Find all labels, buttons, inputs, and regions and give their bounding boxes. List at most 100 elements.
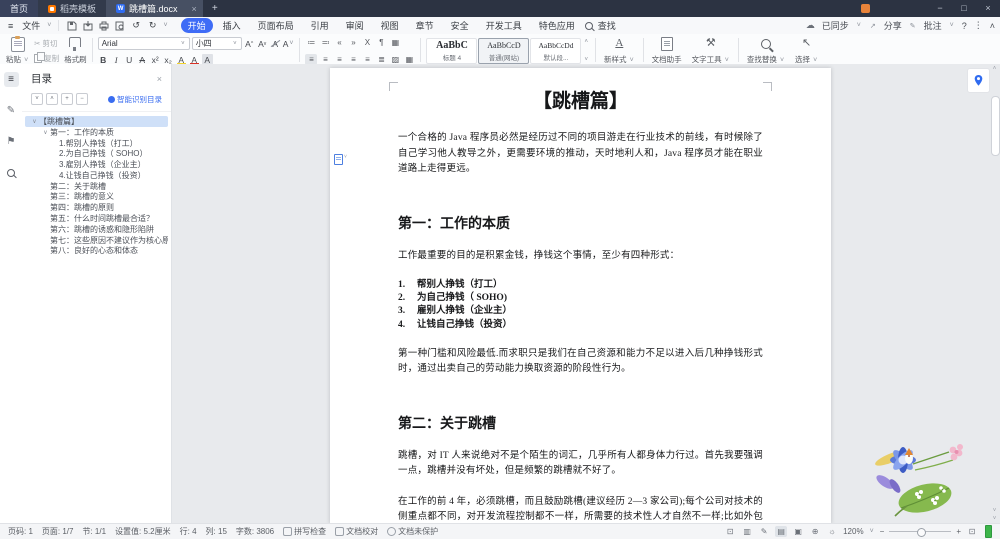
fullscreen-icon[interactable]: ⊡ [724,526,736,537]
shrink-font-button[interactable]: Av [257,38,268,49]
toc-next-heading-button[interactable]: + [61,93,73,105]
comment-caret-icon[interactable]: ˅ [949,22,955,29]
find-replace-button[interactable]: 查找替换 ˅ [742,36,790,66]
hamburger-menu-icon[interactable]: ≡ [5,21,16,31]
grow-font-button[interactable]: A ^ [244,38,255,49]
style-heading4[interactable]: AaBbC 标题 4 [426,38,478,64]
text-effects-button[interactable]: A ˅ [283,38,295,49]
ribbon-tab-view[interactable]: 视图 [374,18,406,33]
show-marks-button[interactable]: ¶ [375,37,387,48]
ribbon-tab-page-layout[interactable]: 页面布局 [251,18,301,33]
ribbon-tab-dev-tools[interactable]: 开发工具 [479,18,529,33]
scroll-up-icon[interactable]: ˄ [990,66,999,72]
ribbon-tab-security[interactable]: 安全 [444,18,476,33]
status-word-count[interactable]: 字数: 3806 [236,526,274,537]
toc-item[interactable]: 1.帮别人挣钱（打工） [25,138,168,149]
asian-layout-button[interactable]: X [361,37,373,48]
spell-check-toggle[interactable]: 拼写检查 [283,526,326,537]
focus-mode-icon[interactable]: ⊕ [809,526,821,537]
next-page-icon[interactable]: ˅ [990,516,999,522]
quickbar-caret-icon[interactable]: ˅ [162,22,168,29]
ribbon-tab-references[interactable]: 引用 [304,18,336,33]
doc-protection-toggle[interactable]: 文档未保护 [387,526,438,537]
style-default-paragraph[interactable]: AaBbCcDd 默认段... [530,38,582,64]
vertical-scrollbar[interactable]: ˄ ˅ ˅ [990,66,1000,522]
sync-caret-icon[interactable]: ˅ [856,22,862,29]
web-layout-view-icon[interactable]: ▣ [792,526,804,537]
toc-item[interactable]: 4.让钱自己挣钱（投资） [25,170,168,181]
tab-docer-templates[interactable]: 稻壳模板 [38,0,107,17]
sync-status[interactable]: 已同步 [822,19,849,32]
zoom-in-button[interactable]: + [956,527,961,536]
font-name-select[interactable]: Arial ˅ [97,37,190,50]
document-page[interactable]: ˅ 【跳槽篇】 一个合格的 Java 程序员必然是经历过不同的项目游走在行业技术… [330,68,831,524]
save-icon[interactable] [65,19,78,32]
document-position-button[interactable] [967,68,990,93]
ribbon-tab-section[interactable]: 章节 [409,18,441,33]
close-tab-icon[interactable]: × [192,4,197,14]
user-avatar[interactable] [861,4,870,13]
table-button[interactable]: ▦ [389,37,401,48]
more-options-icon[interactable]: ⋮ [974,20,983,31]
scrollbar-thumb[interactable] [991,96,1000,156]
toc-item[interactable]: ∨ 【跳槽篇】 [25,116,168,127]
file-menu-caret-icon[interactable]: ˅ [46,22,52,29]
font-size-select[interactable]: 小四 ˅ [191,37,242,50]
minimize-button[interactable]: − [928,0,952,17]
toc-item[interactable]: 第六：跳槽的诱惑和隐形陷阱 [25,224,168,235]
toc-collapse-all-button[interactable]: ˅ [31,93,43,105]
nav-pane-icon[interactable]: ≡ [3,72,19,87]
doc-assistant-button[interactable]: 文档助手 [647,36,687,66]
ribbon-tab-insert[interactable]: 插入 [216,18,248,33]
format-painter-button[interactable]: 格式刷 [62,36,89,66]
comments-pane-icon[interactable]: ✎ [4,103,19,118]
ribbon-tab-home[interactable]: 开始 [180,18,213,33]
eye-protection-icon[interactable]: ☼ [826,526,838,537]
styles-scroll-up-icon[interactable]: ˄ [584,39,588,45]
zoom-out-button[interactable]: − [880,527,885,536]
copy-button[interactable]: 复制 [34,52,59,64]
zoom-slider[interactable] [889,528,952,537]
style-normal-web[interactable]: AaBbCcD 普通(网站) [478,38,530,64]
bookmark-pane-icon[interactable]: ⚑ [4,134,19,149]
print-icon[interactable] [97,19,110,32]
comment-button[interactable]: 批注 [924,19,942,32]
margin-comment-marker[interactable]: ˅ [334,154,347,165]
share-button[interactable]: 分享 [884,19,902,32]
close-toc-icon[interactable]: × [157,74,162,84]
toc-item[interactable]: 第二：关于跳槽 [25,181,168,192]
toc-item[interactable]: 2.为自己挣钱（ SOHO） [25,148,168,159]
toc-item[interactable]: 第五：什么时间跳槽最合适？ [25,213,168,224]
zoom-caret-icon[interactable]: ˅ [869,528,875,535]
ribbon-tab-special-apps[interactable]: 特色应用 [532,18,582,33]
toc-item[interactable]: 第三：跳槽的意义 [25,192,168,203]
decrease-indent-button[interactable]: « [333,37,345,48]
search-label[interactable]: 查找 [598,19,616,32]
paste-button[interactable]: 粘贴 ˅ [4,36,31,66]
increase-indent-button[interactable]: » [347,37,359,48]
cut-button[interactable]: ✂ 剪切 [34,38,59,49]
search-icon[interactable] [584,21,593,30]
multi-page-view-icon[interactable]: ▥ [741,526,753,537]
collapse-ribbon-icon[interactable]: ˄ [990,21,995,31]
ribbon-tab-review[interactable]: 审阅 [339,18,371,33]
smart-toc-button[interactable]: 智能识别目录 [108,94,162,105]
toc-item[interactable]: 3.雇别人挣钱（企业主） [25,159,168,170]
file-menu[interactable]: 文件 [19,19,43,32]
tab-home[interactable]: 首页 [0,0,39,17]
bullet-list-button[interactable]: ≔ [305,37,317,48]
find-pane-icon[interactable] [4,165,19,180]
restore-button[interactable]: □ [952,0,976,17]
new-style-button[interactable]: A 新样式 ˅ [599,36,640,66]
undo-icon[interactable]: ↺ [129,20,143,31]
new-tab-button[interactable]: + [203,0,227,17]
print-preview-icon[interactable] [113,19,126,32]
toc-item[interactable]: 第八：良好的心态和体态 [25,246,168,257]
toc-item[interactable]: ∨ 第一：工作的本质 [25,127,168,138]
scroll-down-icon[interactable]: ˅ [990,508,999,514]
clear-format-button[interactable]: A [270,38,281,49]
toc-expand-all-button[interactable]: ˄ [46,93,58,105]
export-pdf-icon[interactable] [81,19,94,32]
print-layout-view-icon[interactable]: ▤ [775,526,788,537]
help-button[interactable]: ? [962,21,967,31]
